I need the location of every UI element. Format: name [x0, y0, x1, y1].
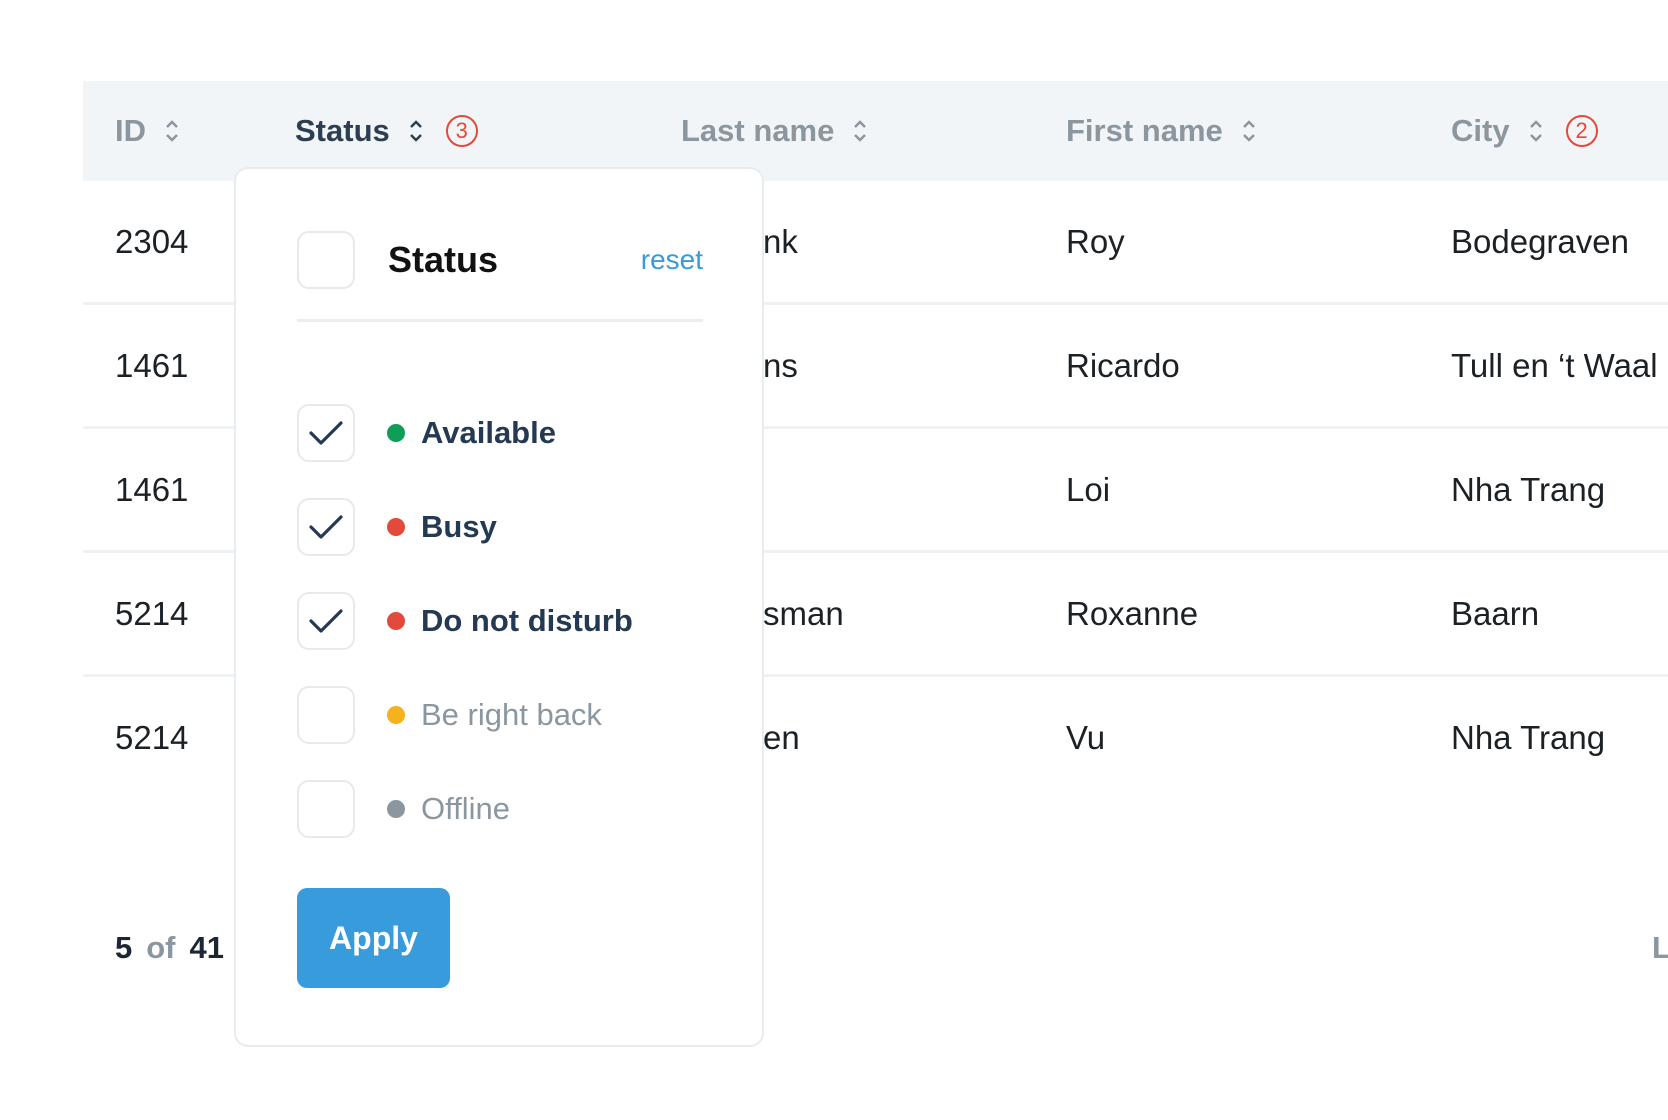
status-option-label: Do not disturb — [421, 603, 633, 638]
pagination-summary: 5 of 41 — [115, 930, 224, 966]
status-option-label: Available — [421, 415, 556, 450]
status-dot-red — [387, 612, 405, 630]
column-label-city: City — [1451, 113, 1510, 148]
table-header: ID Status 3 Last name First name City 2 — [83, 81, 1668, 181]
sort-icon[interactable] — [1528, 116, 1544, 146]
column-header-last-name[interactable]: Last name — [681, 81, 868, 181]
cell-city: Nha Trang — [1451, 470, 1606, 508]
status-option-label: Offline — [421, 791, 511, 826]
sort-icon[interactable] — [1241, 116, 1257, 146]
status-dot-green — [387, 424, 405, 442]
city-filter-count-badge: 2 — [1565, 115, 1598, 147]
status-option-available[interactable]: Available — [297, 386, 633, 480]
status-dot-red — [387, 518, 405, 536]
cell-first-name: Vu — [1066, 718, 1106, 756]
status-option-be-right-back[interactable]: Be right back — [297, 668, 633, 762]
cell-last-name: ns — [763, 346, 798, 384]
cell-id: 5214 — [115, 594, 189, 632]
status-option-busy[interactable]: Busy — [297, 480, 633, 574]
sort-icon[interactable] — [164, 116, 180, 146]
of-label: of — [146, 930, 176, 965]
check-icon — [309, 609, 343, 633]
status-filter-title: Status — [388, 239, 499, 280]
status-option-label: Busy — [421, 509, 497, 544]
status-filter-header: Status reset — [297, 230, 703, 290]
column-header-id[interactable]: ID — [115, 81, 180, 181]
status-option-do-not-disturb[interactable]: Do not disturb — [297, 574, 633, 668]
status-options: Available Busy Do not disturb Be right b… — [297, 386, 633, 856]
cell-id: 2304 — [115, 222, 189, 260]
cell-first-name: Loi — [1066, 470, 1111, 508]
status-filter-dropdown: Status reset Available Busy Do not distu… — [234, 167, 764, 1047]
status-dot-gray — [387, 800, 405, 818]
status-filter-count-badge: 3 — [445, 115, 478, 147]
column-label-first-name: First name — [1066, 113, 1223, 148]
cell-city: Bodegraven — [1451, 222, 1629, 260]
status-option-label: Be right back — [421, 697, 602, 732]
divider — [297, 319, 703, 322]
checkbox-offline[interactable] — [297, 780, 355, 838]
column-label-id: ID — [115, 113, 146, 148]
column-label-last-name: Last name — [681, 113, 835, 148]
status-option-offline[interactable]: Offline — [297, 762, 633, 856]
cell-city: Baarn — [1451, 594, 1540, 632]
checkbox-do-not-disturb[interactable] — [297, 592, 355, 650]
total-count: 41 — [189, 930, 224, 965]
checkbox-be-right-back[interactable] — [297, 686, 355, 744]
cell-first-name: Roy — [1066, 222, 1125, 260]
cell-city: Tull en ‘t Waal — [1451, 346, 1658, 384]
checkbox-busy[interactable] — [297, 498, 355, 556]
cell-city: Nha Trang — [1451, 718, 1606, 756]
check-icon — [309, 515, 343, 539]
cell-id: 1461 — [115, 346, 189, 384]
select-all-checkbox[interactable] — [297, 231, 355, 289]
cell-last-name: nk — [763, 222, 798, 260]
cell-first-name: Ricardo — [1066, 346, 1180, 384]
sort-icon[interactable] — [408, 116, 424, 146]
cell-first-name: Roxanne — [1066, 594, 1199, 632]
status-dot-yellow — [387, 706, 405, 724]
shown-count: 5 — [115, 930, 133, 965]
column-header-city[interactable]: City 2 — [1451, 81, 1598, 181]
check-icon — [309, 421, 343, 445]
column-header-first-name[interactable]: First name — [1066, 81, 1257, 181]
reset-link[interactable]: reset — [641, 244, 703, 276]
column-label-status: Status — [295, 113, 390, 148]
column-header-status[interactable]: Status 3 — [295, 81, 478, 181]
cell-last-name: sman — [763, 594, 844, 632]
footer-right-text: L — [1652, 930, 1668, 965]
checkbox-available[interactable] — [297, 404, 355, 462]
sort-icon[interactable] — [852, 116, 868, 146]
cell-id: 1461 — [115, 470, 189, 508]
cell-id: 5214 — [115, 718, 189, 756]
apply-button[interactable]: Apply — [297, 888, 450, 988]
cell-last-name: en — [763, 718, 800, 756]
